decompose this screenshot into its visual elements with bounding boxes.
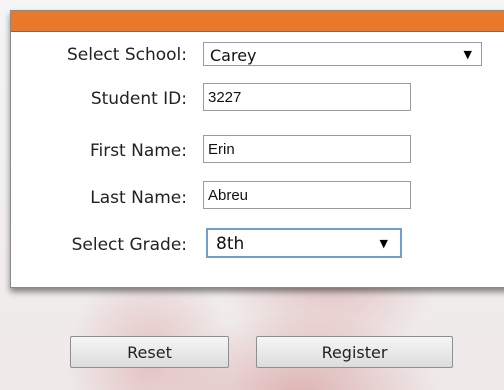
dropdown-arrow-icon: ▼ <box>379 237 388 250</box>
last-name-label: Last Name: <box>90 188 187 208</box>
student-id-label: Student ID: <box>90 89 187 109</box>
panel-header-bar <box>11 11 504 32</box>
reset-button[interactable]: Reset <box>70 336 229 368</box>
dropdown-arrow-icon: ▼ <box>463 48 472 61</box>
grade-select[interactable]: 8th ▼ <box>206 228 402 258</box>
grade-select-value: 8th <box>216 234 245 254</box>
register-button[interactable]: Register <box>256 336 453 368</box>
last-name-input[interactable] <box>203 181 411 209</box>
first-name-input[interactable] <box>203 135 411 163</box>
school-select-value: Carey <box>210 46 257 65</box>
select-grade-label: Select Grade: <box>71 235 187 255</box>
first-name-label: First Name: <box>89 141 187 161</box>
student-id-input[interactable] <box>203 83 411 111</box>
select-school-label: Select School: <box>66 45 187 65</box>
school-select[interactable]: Carey ▼ <box>203 42 482 66</box>
